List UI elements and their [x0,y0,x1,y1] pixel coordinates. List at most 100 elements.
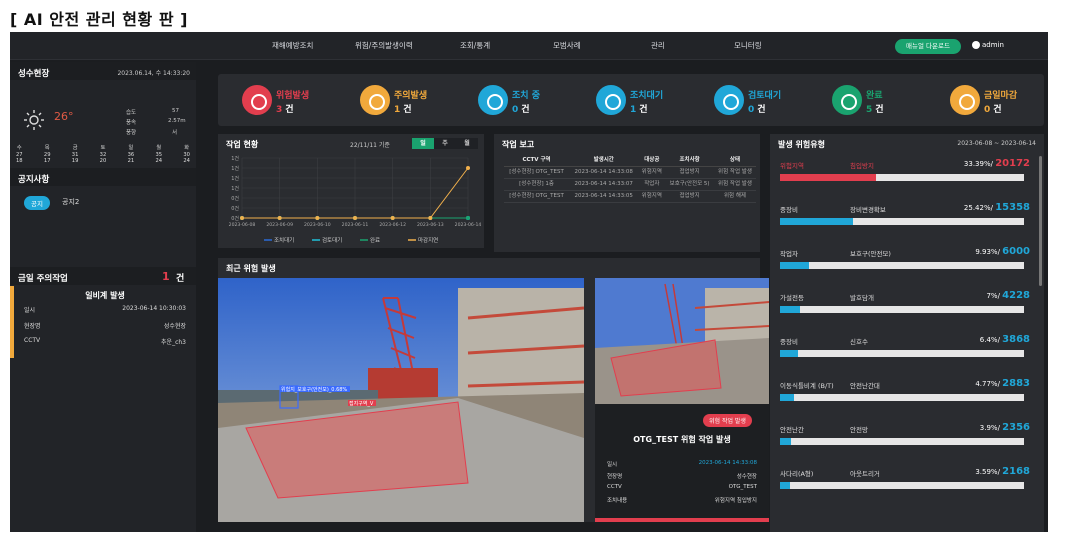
work-status-title: 작업 현황 [226,140,259,149]
weather-panel: 26° 습도 57 풍속 2.57m 풍향 서 수 27 18 목 29 17 금 31 19 토… [10,80,196,168]
forecast-day: 일 36 21 [127,145,135,164]
x-tick: 2023-06-08 [229,222,256,228]
today-alert-unit: 건 [176,274,185,284]
tab-day[interactable]: 일 [412,138,434,149]
today-alert-count: 1 [162,270,170,283]
risk-detail-card: 위험 작업 발생 OTG_TEST 위험 작업 발생 일시 2023-06-14 … [595,404,769,522]
legend-item: 조치대기 [274,236,294,244]
risk-item[interactable]: 안전난간 안전망 3.9%/ 2356 [770,416,1044,460]
manual-download-button[interactable]: 매뉴얼 다운로드 [895,39,961,54]
username: admin [982,41,1004,49]
today-alert-item[interactable]: 일비계 발생 일시 2023-06-14 10:30:03 현장명 성수현장 CCT… [10,286,196,358]
user-icon [972,41,980,49]
status-card[interactable]: 조치 중 0건 [454,74,572,126]
status-card[interactable]: 검토대기 0 건 [690,74,808,126]
status-card[interactable]: 조치대기 1 건 [572,74,690,126]
risk-item[interactable]: 작업자 보호구(안전모) 9.93%/ 6000 [770,240,1044,284]
forecast-day: 목 29 17 [43,145,51,164]
humidity-label: 습도 [126,110,137,116]
status-summary: 위험발생 3 건 주의발생 1 건 조치 중 0 건 조치대기 1 건 검토대기 0 건 완료 5 건 금일마감 0 건 [218,74,1044,126]
risk-item[interactable]: 사다리(A형) 아웃트리거 3.59%/ 2168 [770,460,1044,504]
detail-accent [595,518,769,522]
x-tick: 2023-06-09 [266,222,293,228]
notice-text[interactable]: 공지2 [62,197,79,207]
dashboard: 재해예방조치 위험/주의발생이력 조회/통계 모범사례 관리 모니터링 매뉴얼 … [10,32,1048,532]
today-alert-title: 금일 주의작업 [18,274,68,284]
detail-row: 현장명 성수현장 [607,474,757,480]
page-title: [ AI 안전 관리 현황 판 ] [10,10,188,29]
report-header: 상태 [713,152,756,167]
status-icon [242,85,272,115]
forecast-day: 월 35 24 [155,145,163,164]
y-tick: 1건 [231,155,239,162]
wind-dir-value: 서 [172,130,178,136]
temperature: 26° [54,110,74,123]
status-count: 0건 [984,105,1002,115]
report-table: CCTV 구역 발생시간 대상공 조치사항 상태 [성수현장] OTG_TEST 2023-… [504,152,756,203]
detail-row: 일시 2023-06-14 14:33:08 [607,460,757,468]
risk-types-panel: 발생 위험유형 2023-06-08 ~ 2023-06-14 위험지역 침입방지… [770,134,1044,532]
status-icon [950,85,980,115]
nav-prevention[interactable]: 재해예방조치 [272,40,313,51]
status-count: 0건 [512,105,530,115]
nav-stats[interactable]: 조회/통계 [460,40,490,51]
status-card[interactable]: 주의발생 1 건 [336,74,454,126]
cctv-image-thumb[interactable] [595,278,769,404]
status-card[interactable]: 완료 5 건 [808,74,926,126]
sidebar: 성수현장 2023.06.14, 수 14:33:20 26° 습도 57 풍속… [10,62,196,532]
wind-speed-label: 풍속 [126,120,137,126]
nav-monitoring[interactable]: 모니터링 [734,40,762,51]
report-row[interactable]: [성수현장] OTG_TEST 2023-06-14 14:33:05 위험지역 접업… [504,190,756,203]
status-card[interactable]: 금일마감 0 건 [926,74,1044,126]
cctv-image-main[interactable]: 위험지_보호구(안전모)_0.68% 접지구역_V [218,278,584,522]
report-row[interactable]: [성수현장] OTG_TEST 2023-06-14 14:33:08 위험지역 접업… [504,166,756,179]
nav-history[interactable]: 위험/주의발생이력 [355,40,413,51]
risk-item[interactable]: 중장비 장비변경확보 25.42%/ 15358 [770,196,1044,240]
risk-item[interactable]: 가설전등 발호담개 7%/ 4228 [770,284,1044,328]
user-menu[interactable]: admin [972,41,1004,49]
notice-header: 공지사항 [10,168,196,186]
status-label: 금일마감 [984,91,1018,101]
work-status-panel: 작업 현황 22/11/11 기준 일 주 월 2023-06-08 2023-0… [218,134,484,248]
nav-admin[interactable]: 관리 [651,40,665,51]
risk-bar [780,438,1024,445]
tab-month[interactable]: 월 [456,138,478,149]
nav-best-practice[interactable]: 모범사례 [553,40,581,51]
forecast-day: 토 32 20 [99,145,107,164]
x-tick: 2023-06-10 [304,222,331,228]
humidity-value: 57 [172,108,179,114]
y-tick: 0건 [231,205,239,212]
status-label: 검토대기 [748,91,782,101]
alert-row: 현장명 성수현장 [24,323,186,330]
y-tick: 0건 [231,195,239,202]
report-row[interactable]: [성수현장] 1층 2023-06-14 14:33:07 작업자 보호구(안전모 5… [504,178,756,191]
report-header: 조치사항 [665,152,714,167]
scrollbar[interactable] [1039,156,1042,286]
notice-panel: 공지사항 공지 공지2 [10,168,196,230]
report-header: CCTV 구역 [504,152,570,167]
sun-icon [24,110,44,130]
risk-item[interactable]: 중장비 신호수 6.4%/ 3868 [770,328,1044,372]
detail-row: CCTV OTG_TEST [607,484,757,490]
status-count: 5건 [866,105,884,115]
report-header: 대상공 [638,152,666,167]
today-alert-header: 금일 주의작업 1 건 [10,267,196,285]
status-count: 1건 [394,105,412,115]
notice-badge[interactable]: 공지 [24,196,50,210]
risk-bar [780,394,1024,401]
y-tick: 1건 [231,185,239,192]
tab-week[interactable]: 주 [434,138,456,149]
legend-item: 완료 [370,236,380,244]
status-card[interactable]: 위험발생 3 건 [218,74,336,126]
top-nav: 재해예방조치 위험/주의발생이력 조회/통계 모범사례 관리 모니터링 매뉴얼 … [10,32,1048,60]
risk-types-range: 2023-06-08 ~ 2023-06-14 [957,140,1036,147]
risk-item[interactable]: 위험지역 침입방지 33.39%/ 20172 [770,152,1044,196]
forecast: 수 27 18 목 29 17 금 31 19 토 32 20 일 36 21 월 35 24 화 30 24 [16,145,190,165]
site-header: 성수현장 2023.06.14, 수 14:33:20 [10,62,196,80]
status-icon [596,85,626,115]
status-icon [714,85,744,115]
risk-types-title: 발생 위험유형 [778,140,825,149]
risk-item[interactable]: 이동식틀비계 (B/T) 안전난간대 4.77%/ 2883 [770,372,1044,416]
x-tick: 2023-06-14 [455,222,482,228]
status-label: 주의발생 [394,91,428,101]
